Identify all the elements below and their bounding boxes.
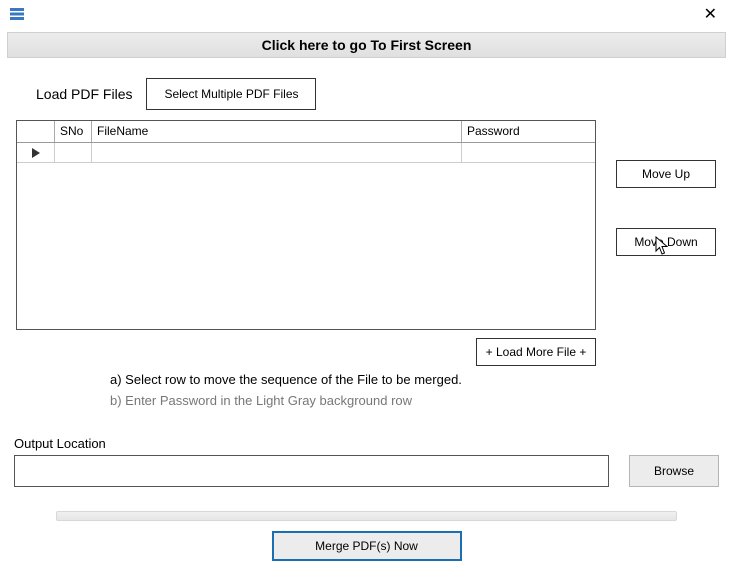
merge-pdfs-button[interactable]: Merge PDF(s) Now [272,531,462,561]
col-header-sno: SNo [55,121,92,142]
cell-sno[interactable] [55,143,92,162]
title-bar: ✕ [0,0,733,28]
output-location-input[interactable] [14,455,609,487]
file-grid[interactable]: SNo FileName Password [16,120,596,330]
instruction-a: a) Select row to move the sequence of th… [110,372,733,387]
cell-filename[interactable] [92,143,462,162]
grid-row[interactable] [17,143,595,163]
load-pdf-label: Load PDF Files [36,86,132,102]
grid-empty-area [17,163,595,329]
col-header-filename: FileName [92,121,462,142]
load-more-file-button[interactable]: + Load More File + [476,338,596,366]
app-icon [8,5,26,23]
move-down-button[interactable]: Move Down [616,228,716,256]
instruction-b: b) Enter Password in the Light Gray back… [110,393,733,408]
browse-button[interactable]: Browse [629,455,719,487]
grid-header: SNo FileName Password [17,121,595,143]
output-location-label: Output Location [14,436,733,451]
move-up-button[interactable]: Move Up [616,160,716,188]
cell-password[interactable] [462,143,592,162]
close-icon[interactable]: ✕ [696,0,725,28]
first-screen-banner[interactable]: Click here to go To First Screen [7,32,726,58]
row-indicator-icon [17,143,55,162]
col-header-password: Password [462,121,592,142]
progress-bar [56,511,677,521]
select-multiple-files-button[interactable]: Select Multiple PDF Files [146,78,316,110]
